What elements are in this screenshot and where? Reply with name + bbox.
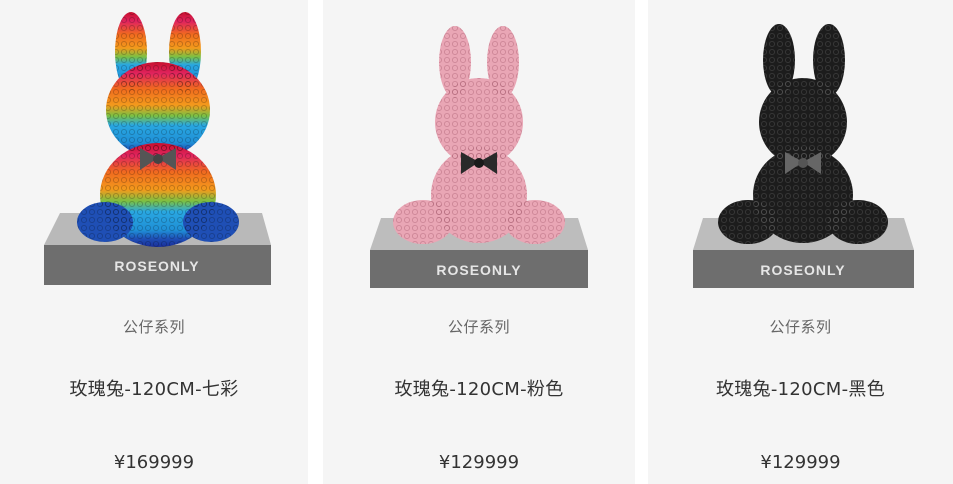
product-price: ¥169999 bbox=[113, 452, 195, 473]
product-image-pink-rabbit[interactable]: ROSEONLY bbox=[323, 0, 635, 300]
product-name[interactable]: 玫瑰兔-120CM-粉色 bbox=[323, 375, 635, 401]
product-name[interactable]: 玫瑰兔-120CM-七彩 bbox=[0, 375, 308, 401]
product-grid: ROSEONLY 公仔系列 玫瑰兔-120CM-七彩 ¥169999 ROSEO… bbox=[0, 0, 953, 484]
product-name[interactable]: 玫瑰兔-120CM-黑色 bbox=[648, 375, 953, 401]
product-image-black-rabbit[interactable]: ROSEONLY bbox=[648, 0, 953, 300]
product-card[interactable]: ROSEONLY bbox=[0, 0, 308, 484]
brand-label: ROSEONLY bbox=[436, 262, 521, 278]
product-card[interactable]: ROSEONLY bbox=[648, 0, 953, 484]
product-series: 公仔系列 bbox=[447, 318, 510, 336]
product-series: 公仔系列 bbox=[769, 318, 832, 336]
brand-label: ROSEONLY bbox=[760, 262, 845, 278]
product-card[interactable]: ROSEONLY bbox=[323, 0, 635, 484]
product-series: 公仔系列 bbox=[122, 318, 185, 336]
brand-label: ROSEONLY bbox=[114, 258, 199, 274]
product-image-rainbow-rabbit[interactable]: ROSEONLY bbox=[0, 0, 308, 300]
product-price: ¥129999 bbox=[438, 452, 520, 473]
product-price: ¥129999 bbox=[760, 452, 841, 473]
